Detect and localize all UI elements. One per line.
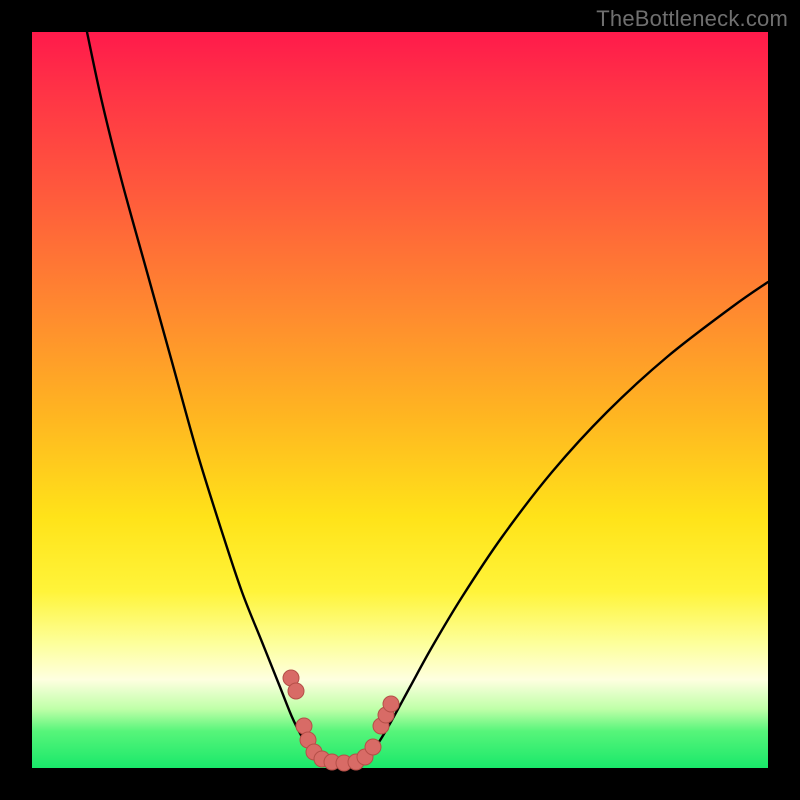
valley-marker [288,683,304,699]
watermark-text: TheBottleneck.com [596,6,788,32]
outer-frame: TheBottleneck.com [0,0,800,800]
bottleneck-curve [87,32,768,763]
curve-layer [32,32,768,768]
valley-marker [383,696,399,712]
valley-marker [296,718,312,734]
valley-marker [365,739,381,755]
plot-area [32,32,768,768]
bottleneck-curve-path [87,32,768,763]
valley-marker-group [283,670,399,771]
